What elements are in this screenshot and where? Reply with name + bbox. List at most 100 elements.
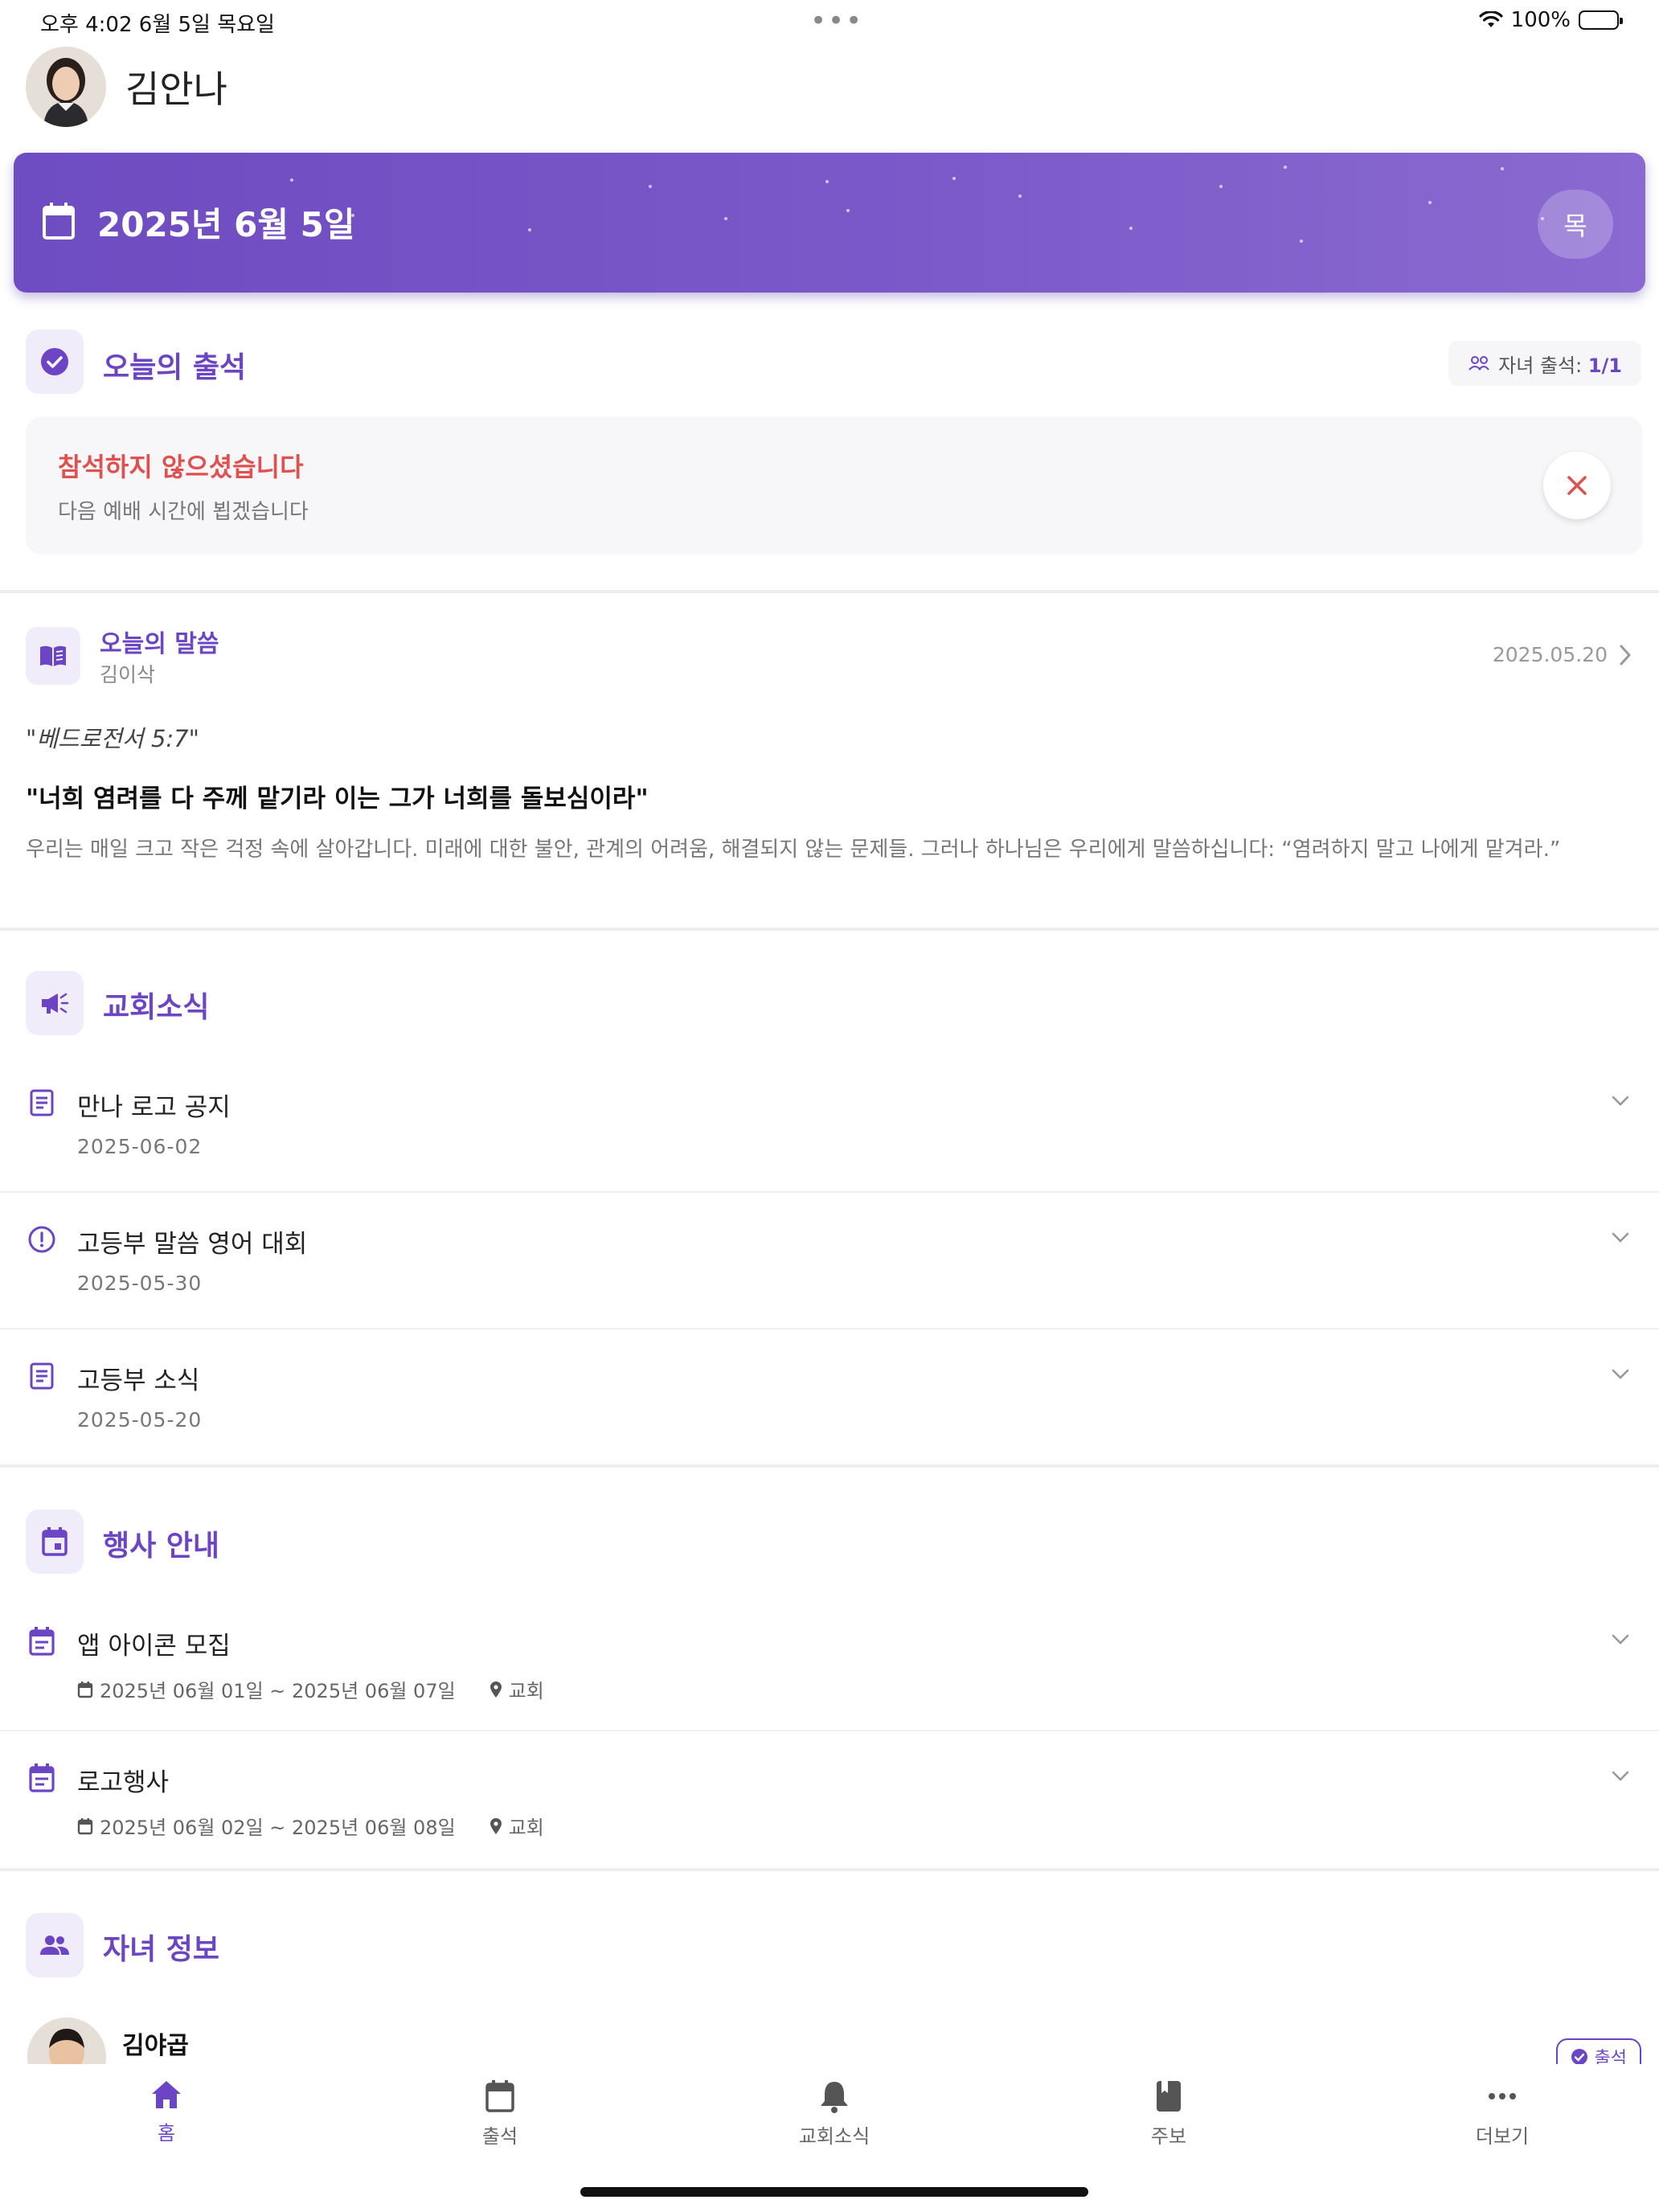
event-meta: 2025년 06월 01일 ~ 2025년 06월 07일 교회	[77, 1675, 544, 1703]
news-item-date: 2025-05-30	[77, 1272, 203, 1295]
tab-home[interactable]: 홈	[86, 2079, 247, 2145]
event-meta: 2025년 06월 02일 ~ 2025년 06월 08일 교회	[77, 1812, 544, 1840]
profile-header[interactable]: 김안나	[26, 47, 227, 127]
divider	[0, 928, 1659, 931]
news-item[interactable]: 고등부 소식 2025-05-20	[0, 1346, 1659, 1466]
document-icon	[26, 1360, 58, 1392]
avatar[interactable]	[26, 47, 106, 127]
absent-x-button[interactable]	[1543, 452, 1611, 519]
calendar-small-icon	[77, 1817, 93, 1834]
news-item-date: 2025-05-20	[77, 1408, 203, 1432]
tab-attendance-label: 출석	[481, 2125, 518, 2148]
battery-icon	[1579, 10, 1623, 30]
calendar-icon	[485, 2080, 514, 2112]
location-pin-icon	[490, 1681, 502, 1698]
child-name: 김야곱	[122, 2032, 189, 2060]
event-period: 2025년 06월 02일 ~ 2025년 06월 08일	[100, 1817, 456, 1839]
banner-date: 2025년 6월 5일	[97, 205, 355, 244]
news-item-title: 만나 로고 공지	[77, 1093, 231, 1122]
home-indicator[interactable]	[580, 2187, 1088, 2197]
tab-more-label: 더보기	[1475, 2125, 1530, 2148]
chevron-down-icon[interactable]	[1611, 1231, 1630, 1244]
close-icon	[1567, 476, 1587, 495]
attendance-status-card: 참석하지 않으셨습니다 다음 예배 시간에 뵙겠습니다	[26, 416, 1643, 555]
attendance-title: 오늘의 출석	[103, 351, 247, 384]
tab-attendance[interactable]: 출석	[420, 2079, 580, 2149]
people-icon	[40, 1936, 69, 1955]
news-item[interactable]: 만나 로고 공지 2025-06-02	[0, 1072, 1659, 1193]
weekday-badge: 목	[1538, 190, 1613, 259]
tab-more[interactable]: 더보기	[1422, 2079, 1583, 2149]
event-item[interactable]: 로고행사 2025년 06월 02일 ~ 2025년 06월 08일 교회	[0, 1747, 1659, 1868]
people-outline-icon	[1469, 356, 1489, 371]
word-author: 김이삭	[100, 663, 156, 686]
open-book-icon	[40, 645, 66, 666]
event-place: 교회	[508, 1680, 544, 1702]
event-place: 교회	[508, 1817, 544, 1839]
news-item[interactable]: 고등부 말씀 영어 대회 2025-05-30	[0, 1209, 1659, 1329]
child-attendance-count: 1/1	[1587, 354, 1622, 377]
more-icon	[1489, 2093, 1516, 2099]
events-section-icon	[26, 1509, 84, 1574]
word-section-icon	[26, 627, 80, 685]
news-section-icon	[26, 971, 84, 1035]
wifi-icon	[1479, 11, 1503, 27]
home-icon	[152, 2081, 181, 2108]
chevron-down-icon[interactable]	[1611, 1633, 1630, 1646]
news-title: 교회소식	[103, 991, 210, 1024]
child-attendance-chip: 자녀 출석: 1/1	[1448, 341, 1641, 386]
status-time: 오후 4:02 6월 5일 목요일	[40, 13, 275, 37]
attendance-section-icon	[26, 330, 84, 394]
battery-percent: 100%	[1510, 8, 1571, 32]
calendar-event-icon	[42, 1527, 68, 1556]
news-item-date: 2025-06-02	[77, 1135, 203, 1158]
document-icon	[26, 1087, 58, 1119]
date-banner: 2025년 6월 5일 목	[14, 153, 1645, 293]
chevron-down-icon[interactable]	[1611, 1368, 1630, 1381]
event-item[interactable]: 앱 아이콘 모집 2025년 06월 01일 ~ 2025년 06월 07일 교…	[0, 1611, 1659, 1731]
check-circle-icon	[1571, 2049, 1587, 2065]
calendar-small-icon	[77, 1681, 93, 1698]
divider	[0, 1868, 1659, 1871]
book-icon	[1157, 2081, 1181, 2112]
tab-news[interactable]: 교회소식	[754, 2079, 915, 2149]
tab-news-label: 교회소식	[798, 2125, 870, 2148]
status-right: 100%	[1479, 8, 1623, 32]
word-date: 2025.05.20	[1492, 643, 1608, 666]
status-bar: 오후 4:02 6월 5일 목요일 ••• 100%	[0, 0, 1659, 42]
calendar-icon	[43, 203, 75, 240]
event-note-icon	[26, 1762, 58, 1794]
children-title: 자녀 정보	[103, 1933, 220, 1966]
tab-bulletin[interactable]: 주보	[1088, 2079, 1249, 2149]
check-circle-icon	[41, 348, 68, 375]
attendance-status-title: 참석하지 않으셨습니다	[58, 452, 304, 482]
word-open-link[interactable]: 2025.05.20	[1493, 643, 1632, 666]
word-body: 우리는 매일 크고 작은 걱정 속에 살아갑니다. 미래에 대한 불안, 관계의…	[26, 838, 1561, 862]
chevron-right-icon	[1620, 645, 1631, 665]
tab-home-label: 홈	[157, 2122, 176, 2144]
divider	[0, 1464, 1659, 1468]
megaphone-icon	[42, 993, 69, 1014]
profile-name: 김안나	[125, 68, 227, 111]
location-pin-icon	[490, 1817, 502, 1834]
divider	[0, 590, 1659, 593]
attendance-status-subtitle: 다음 예배 시간에 뵙겠습니다	[58, 500, 309, 524]
event-item-title: 로고행사	[77, 1768, 170, 1797]
chevron-down-icon[interactable]	[1611, 1770, 1630, 1783]
news-item-title: 고등부 소식	[77, 1366, 200, 1395]
multitasking-dots-icon[interactable]: •••	[810, 5, 863, 37]
children-section-icon	[26, 1913, 84, 1977]
event-period: 2025년 06월 01일 ~ 2025년 06월 07일	[100, 1680, 456, 1702]
word-verse: "너희 염려를 다 주께 맡기라 이는 그가 너희를 돌보심이라"	[26, 784, 649, 813]
word-reference: "베드로전서 5:7"	[26, 725, 199, 752]
event-item-title: 앱 아이콘 모집	[77, 1632, 231, 1661]
events-title: 행사 안내	[103, 1530, 220, 1563]
chevron-down-icon[interactable]	[1611, 1095, 1630, 1108]
child-attendance-label: 자녀 출석:	[1498, 354, 1588, 377]
news-item-title: 고등부 말씀 영어 대회	[77, 1230, 308, 1259]
word-title: 오늘의 말씀	[100, 630, 219, 658]
event-note-icon	[26, 1625, 58, 1657]
tab-bulletin-label: 주보	[1150, 2125, 1187, 2148]
alert-circle-icon	[26, 1223, 58, 1256]
bell-icon	[821, 2082, 848, 2113]
